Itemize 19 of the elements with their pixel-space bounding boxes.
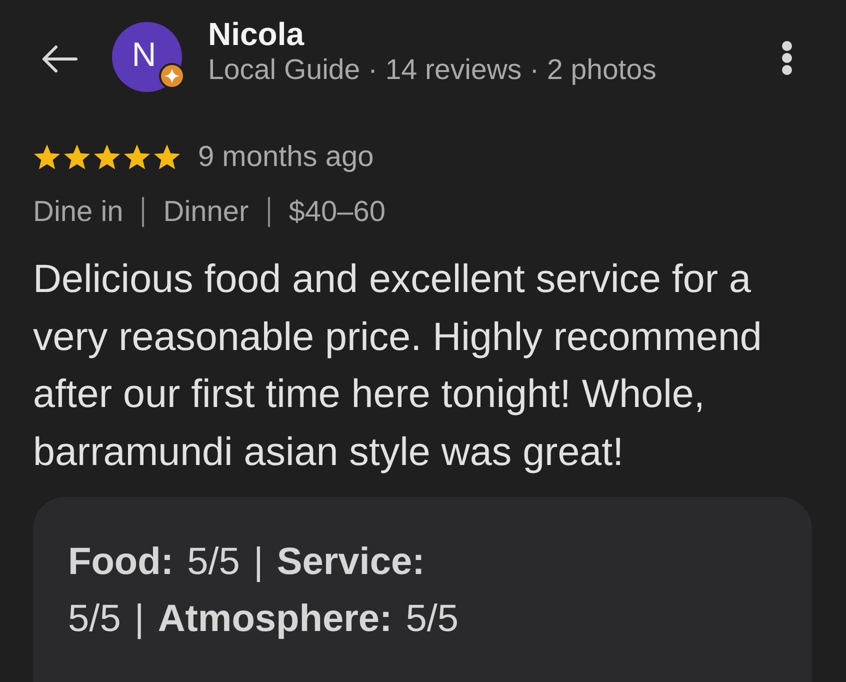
avatar-initial: N (132, 38, 156, 72)
visit-detail: Dine in (33, 195, 124, 229)
star-filled-icon (33, 143, 61, 171)
more-options-icon (780, 40, 794, 76)
ratings-text: Food: 5/5 | Service: 5/5 | Atmosphere: 5/5 (68, 540, 460, 642)
star-filled-icon (63, 143, 91, 171)
sparkle-badge-icon (159, 63, 185, 89)
reviewer-name: Nicola (208, 15, 306, 53)
back-arrow-icon (40, 44, 78, 74)
back-button[interactable] (40, 44, 78, 74)
review-time: 9 months ago (198, 142, 374, 172)
review-text: Delicious food and excellent service for a very reasonable price. Highly recommend after our first time here tonight! Whole, barramundi asian style was great! (33, 256, 763, 476)
reviewer-info: Local Guide · 14 reviews · 2 photos (208, 53, 656, 87)
star-filled-icon (153, 143, 181, 171)
star-filled-icon (123, 143, 151, 171)
star-filled-icon (93, 143, 121, 171)
visit-detail: Dinner (163, 195, 249, 229)
visit-detail: $40–60 (288, 195, 386, 229)
more-options-button[interactable] (780, 40, 794, 76)
